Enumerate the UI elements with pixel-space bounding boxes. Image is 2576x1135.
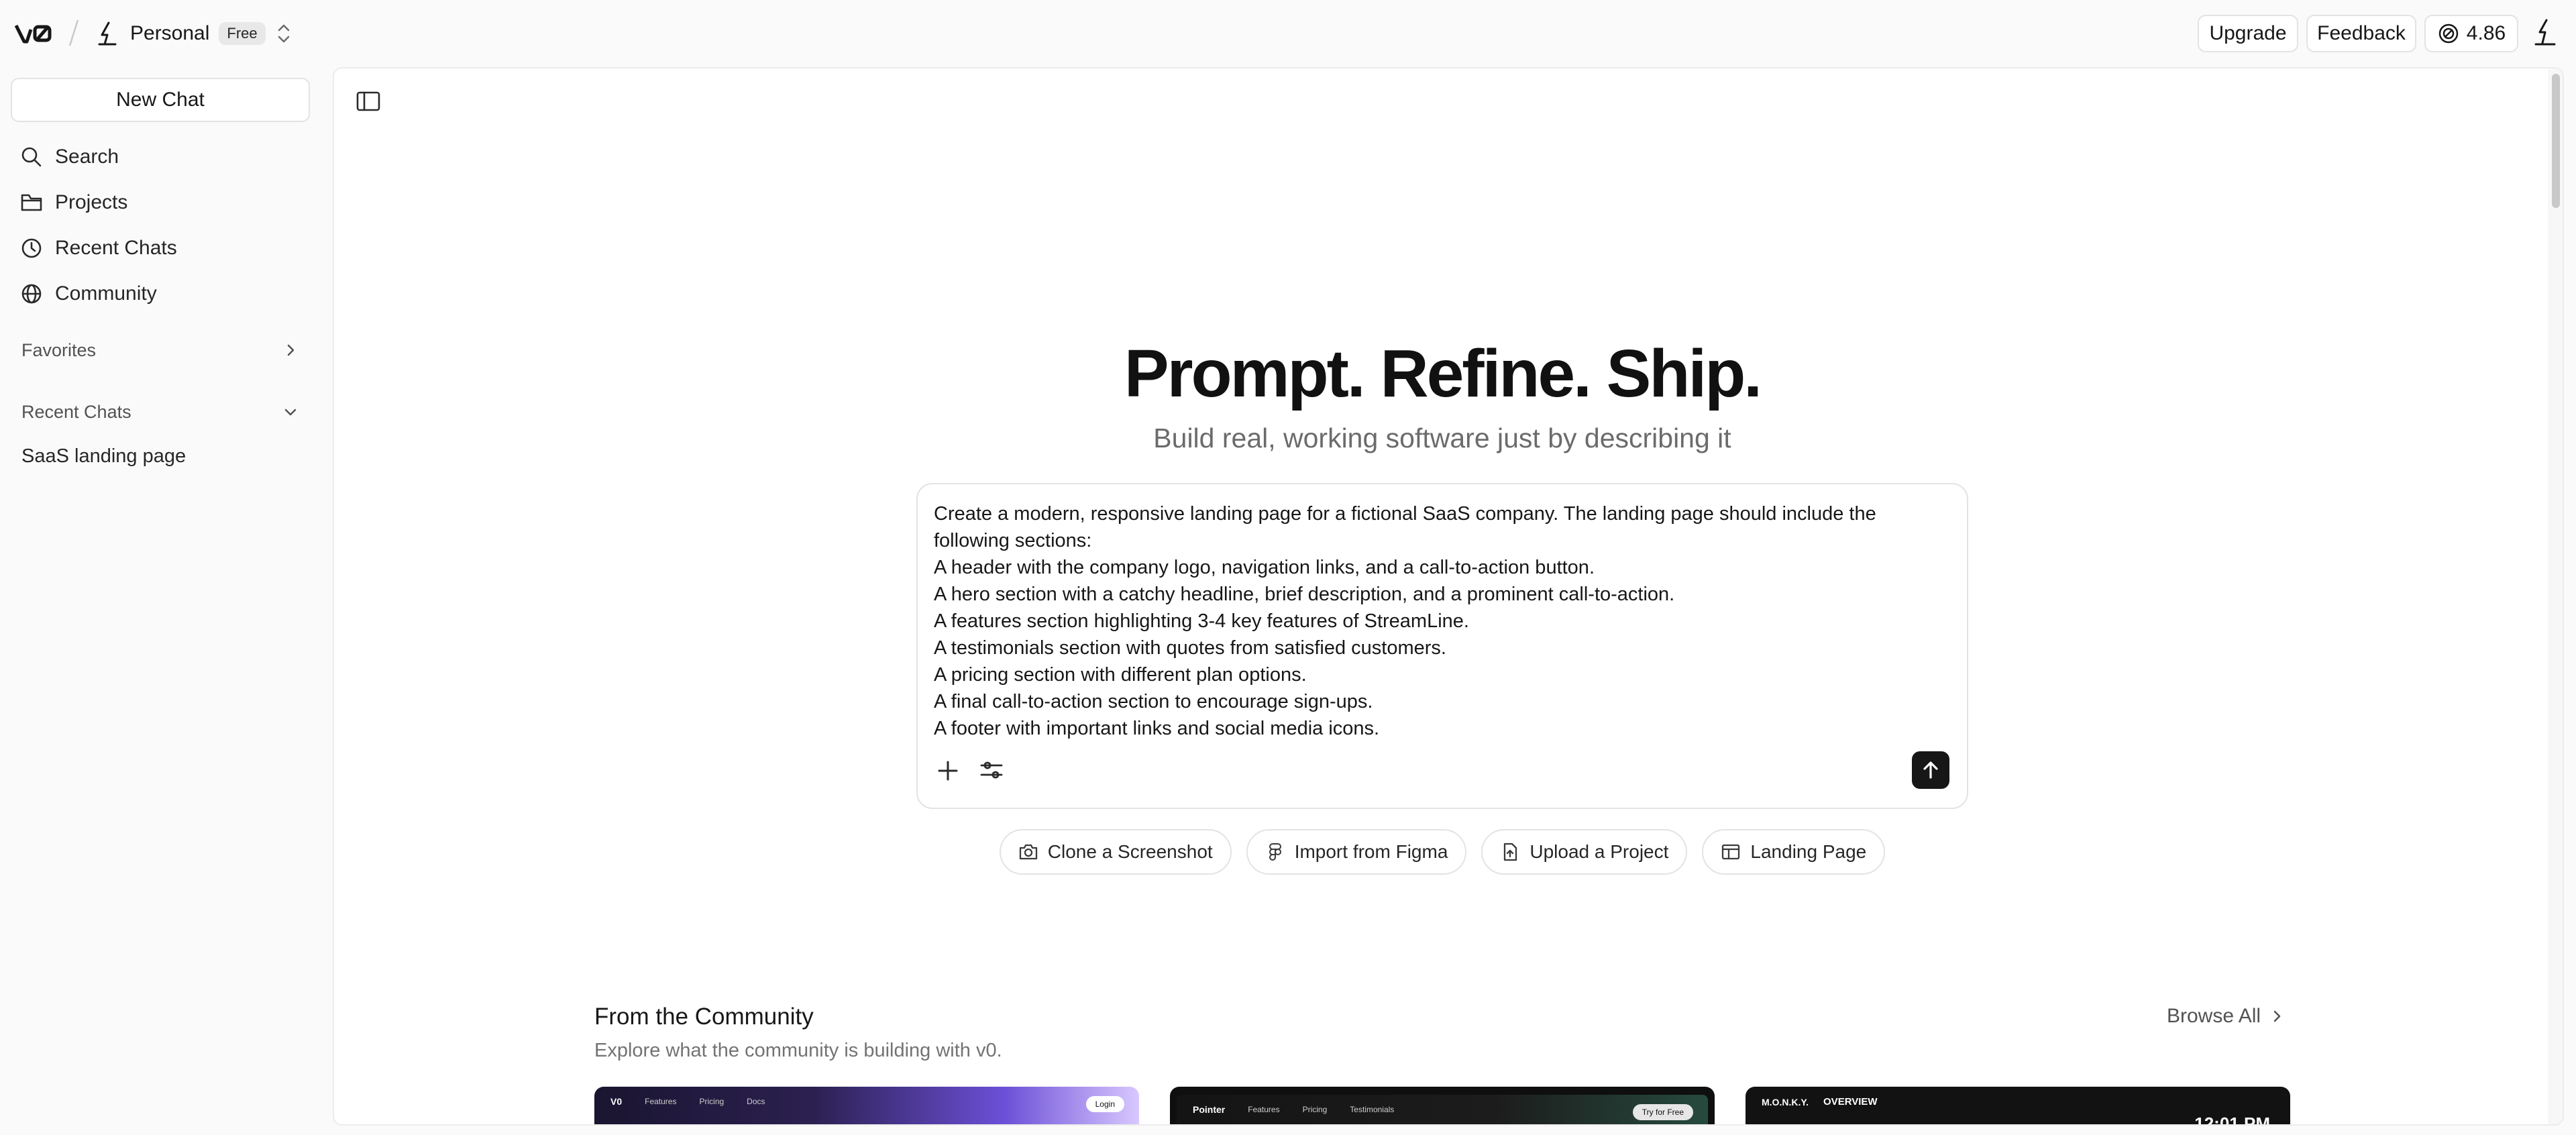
favorites-section-toggle[interactable]: Favorites <box>21 335 299 365</box>
page-subtitle: Build real, working software just by des… <box>1153 423 1731 453</box>
chevron-right-icon <box>287 344 294 356</box>
card-logo: V0 <box>610 1096 623 1107</box>
new-chat-label: New Chat <box>116 89 205 111</box>
chip-label: Landing Page <box>1750 841 1867 862</box>
credits-button[interactable]: 4.86 <box>2424 15 2518 52</box>
card-preview: Pointer Features Pricing Testimonials Tr… <box>1177 1095 1708 1124</box>
credits-value: 4.86 <box>2466 22 2506 44</box>
user-avatar-icon[interactable] <box>2530 17 2560 47</box>
search-icon <box>21 147 42 167</box>
plan-badge: Free <box>219 22 266 45</box>
plus-icon[interactable] <box>935 758 961 783</box>
upgrade-button[interactable]: Upgrade <box>2198 15 2298 52</box>
browse-all-label: Browse All <box>2167 1005 2261 1027</box>
feedback-label: Feedback <box>2317 22 2406 44</box>
clock-icon <box>21 238 42 258</box>
card-clock: 12:01 PM <box>2194 1114 2270 1126</box>
feedback-button[interactable]: Feedback <box>2306 15 2416 52</box>
sidebar-item-recent-chats[interactable]: Recent Chats <box>20 231 309 266</box>
card-nav: M.O.N.K.Y. OVERVIEW <box>1762 1096 1878 1107</box>
community-subtitle: Explore what the community is building w… <box>594 1040 1002 1061</box>
main-panel: Prompt. Refine. Ship. Build real, workin… <box>333 67 2564 1126</box>
sidebar-item-label: Community <box>55 282 157 305</box>
prompt-input[interactable]: Create a modern, responsive landing page… <box>934 500 1940 742</box>
send-button[interactable] <box>1912 751 1949 789</box>
upgrade-label: Upgrade <box>2209 22 2287 44</box>
breadcrumb-separator-icon <box>68 19 79 46</box>
sidebar-item-search[interactable]: Search <box>20 140 309 174</box>
card-nav: Pointer Features Pricing Testimonials <box>1193 1104 1394 1115</box>
card-nav-item: Docs <box>747 1097 765 1106</box>
card-nav: V0 Features Pricing Docs <box>610 1096 765 1107</box>
clone-screenshot-chip[interactable]: Clone a Screenshot <box>999 829 1232 875</box>
favorites-label: Favorites <box>21 339 97 360</box>
lightning-avatar-icon <box>98 21 117 46</box>
community-card[interactable]: M.O.N.K.Y. OVERVIEW 12:01 PM <box>1746 1087 2290 1126</box>
browse-all-link[interactable]: Browse All <box>2167 1005 2285 1028</box>
chevron-up-down-icon <box>278 24 289 43</box>
scrollbar-thumb[interactable] <box>2552 74 2560 208</box>
sidebar-item-label: Projects <box>55 191 128 213</box>
card-brand: Pointer <box>1193 1104 1226 1115</box>
sidebar: New Chat Search Projects Recent Chats Co… <box>0 67 333 1135</box>
card-nav-item: Features <box>645 1097 677 1106</box>
sidebar-item-label: Recent Chats <box>55 237 177 259</box>
sidebar-item-community[interactable]: Community <box>20 276 309 311</box>
new-chat-button[interactable]: New Chat <box>11 78 310 122</box>
camera-icon <box>1019 844 1037 860</box>
card-nav-item: Testimonials <box>1350 1105 1395 1114</box>
sidebar-toggle-icon[interactable] <box>354 87 382 115</box>
file-upload-icon <box>1504 843 1517 861</box>
sidebar-item-label: Search <box>55 146 119 168</box>
chip-label: Import from Figma <box>1294 841 1448 862</box>
card-pill: Try for Free <box>1632 1104 1693 1120</box>
card-nav-item: Pricing <box>1302 1105 1328 1114</box>
recent-chats-label: Recent Chats <box>21 401 131 422</box>
community-card[interactable]: V0 Features Pricing Docs Login <box>594 1087 1139 1124</box>
card-brand: M.O.N.K.Y. <box>1762 1096 1809 1107</box>
v0-logo-icon[interactable] <box>13 21 54 46</box>
folder-icon <box>21 194 42 211</box>
team-switcher[interactable]: Personal Free <box>94 17 292 50</box>
team-name: Personal <box>130 22 210 44</box>
recent-chat-item[interactable]: SaaS landing page <box>21 445 186 468</box>
card-nav-item: Features <box>1248 1105 1280 1114</box>
arrow-up-icon <box>1923 761 1938 779</box>
globe-icon <box>21 284 42 304</box>
figma-icon <box>1269 843 1281 861</box>
credits-icon <box>2438 23 2459 44</box>
card-section-title: OVERVIEW <box>1823 1096 1878 1107</box>
prompt-box: Create a modern, responsive landing page… <box>916 483 1968 809</box>
scrollbar[interactable] <box>2548 68 2563 1124</box>
recent-chats-section-toggle[interactable]: Recent Chats <box>21 397 299 427</box>
card-pill: Login <box>1085 1096 1124 1112</box>
chip-label: Clone a Screenshot <box>1047 841 1213 862</box>
chevron-right-icon <box>2273 1010 2281 1022</box>
import-figma-chip[interactable]: Import from Figma <box>1246 829 1467 875</box>
suggestion-chips: Clone a Screenshot Import from Figma Upl… <box>334 829 2551 875</box>
page-title: Prompt. Refine. Ship. <box>1124 336 1762 411</box>
sliders-icon[interactable] <box>978 757 1005 783</box>
chevron-down-icon <box>284 409 297 416</box>
card-nav-item: Pricing <box>699 1097 724 1106</box>
upload-project-chip[interactable]: Upload a Project <box>1481 829 1688 875</box>
community-card[interactable]: Pointer Features Pricing Testimonials Tr… <box>1170 1087 1715 1124</box>
sidebar-item-projects[interactable]: Projects <box>20 185 309 220</box>
community-title: From the Community <box>594 1004 814 1030</box>
top-bar: Personal Free Upgrade Feedback 4.86 <box>0 0 2576 67</box>
layout-icon <box>1722 844 1740 860</box>
landing-page-chip[interactable]: Landing Page <box>1702 829 1886 875</box>
chip-label: Upload a Project <box>1529 841 1669 862</box>
